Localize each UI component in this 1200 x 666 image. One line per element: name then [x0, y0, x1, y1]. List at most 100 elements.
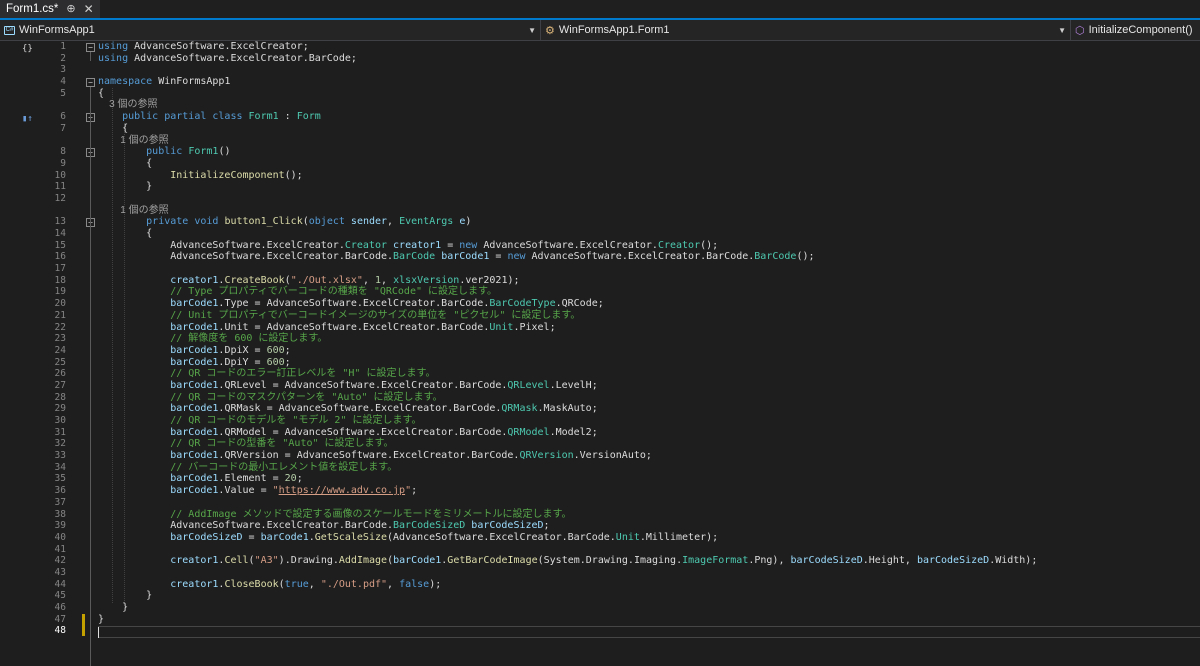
codelens-reference-count[interactable]: 1 個の参照: [98, 135, 1200, 147]
code-token: false: [399, 578, 430, 590]
line-number: 1: [60, 41, 66, 52]
code-token: 1 個の参照: [98, 204, 169, 216]
code-line: barCode1.QRModel = AdvanceSoftware.Excel…: [98, 427, 1200, 439]
code-token: =: [441, 239, 460, 251]
code-token: );: [429, 578, 442, 590]
outline-line: [90, 156, 91, 190]
code-token: button1_Click: [224, 216, 303, 228]
code-token: AdvanceSoftware.ExcelCreator.: [477, 239, 658, 251]
code-editor[interactable]: {} ▮↑ 1 2 3 4 5 6 7 8 9 10 11 12 13 14 15 16 17 18 19 20 21 2…: [0, 41, 1200, 666]
code-line: AdvanceSoftware.ExcelCreator.BarCode.Bar…: [98, 251, 1200, 263]
code-line: using AdvanceSoftware.ExcelCreator.BarCo…: [98, 53, 1200, 65]
code-token: AdvanceSoftware.ExcelCreator;: [128, 41, 309, 52]
pin-icon[interactable]: ⊕: [66, 2, 75, 15]
code-token: // QR コードのマスクパターンを "Auto" に設定します。: [98, 391, 443, 403]
class-dropdown[interactable]: ⚙ WinFormsApp1.Form1 ▼: [540, 20, 1070, 40]
line-number: 4: [60, 76, 66, 88]
codelens-reference-count[interactable]: 1 個の参照: [98, 205, 1200, 217]
code-token: // 解像度を 600 に設定します。: [98, 333, 328, 345]
line-number: 32: [54, 438, 66, 450]
code-token: // Unit プロパティでバーコードイメージのサイズの単位を "ピクセル" に…: [98, 309, 581, 321]
line-number: 15: [54, 239, 66, 251]
code-token: barCode1: [170, 344, 219, 356]
line-number: [40, 205, 66, 217]
line-number: 40: [54, 531, 66, 543]
close-icon[interactable]: ✕: [84, 2, 94, 16]
code-line: }: [98, 602, 1200, 614]
code-token: .LevelH;: [549, 379, 598, 391]
line-number-gutter: 1 2 3 4 5 6 7 8 9 10 11 12 13 14 15 16 17 18 19 20 21 22 23 24 2…: [40, 41, 66, 637]
code-token: :: [278, 111, 297, 123]
line-number: 29: [54, 403, 66, 415]
code-token: .QRVersion = AdvanceSoftware.ExcelCreato…: [218, 450, 520, 462]
code-token: xlsxVersion: [393, 274, 460, 286]
collapse-toggle-icon[interactable]: −: [86, 77, 95, 87]
code-line: public Form1(): [98, 146, 1200, 158]
code-line: {: [98, 88, 1200, 100]
code-token: Cell: [224, 555, 249, 567]
code-token: barCode1: [393, 555, 442, 567]
line-number: 12: [54, 192, 66, 204]
code-token: }: [98, 602, 129, 613]
line-number: 24: [54, 344, 66, 356]
line-number: 25: [54, 356, 66, 368]
code-token: AddImage: [338, 555, 388, 567]
braces-icon: {}: [22, 44, 33, 54]
code-token: }: [98, 590, 153, 602]
code-token: ;: [543, 520, 550, 532]
code-line: // QR コードのマスクパターンを "Auto" に設定します。: [98, 392, 1200, 404]
collapse-toggle-icon[interactable]: −: [86, 42, 95, 52]
code-line: barCode1.QRLevel = AdvanceSoftware.Excel…: [98, 380, 1200, 392]
line-number: 30: [54, 415, 66, 426]
code-line: AdvanceSoftware.ExcelCreator.Creator cre…: [98, 240, 1200, 252]
line-number: 18: [54, 274, 66, 286]
outline-line: [90, 51, 91, 62]
code-token: ;: [284, 356, 291, 368]
project-dropdown[interactable]: C# WinFormsApp1 ▼: [0, 20, 540, 40]
code-token: .Model2;: [549, 426, 598, 438]
member-dropdown[interactable]: ⬡ InitializeComponent(): [1070, 20, 1200, 40]
line-number: 44: [54, 578, 66, 590]
line-number: 6: [60, 111, 66, 123]
line-number: 35: [54, 473, 66, 485]
implementation-marker-icon[interactable]: ▮↑: [22, 114, 33, 124]
code-token: 20: [284, 473, 297, 485]
code-token: Form1: [188, 146, 219, 158]
tab-form1-cs[interactable]: Form1.cs* ⊕ ✕: [0, 0, 100, 18]
code-token: .QRModel = AdvanceSoftware.ExcelCreator.…: [218, 426, 508, 438]
code-token: .VersionAuto;: [573, 450, 652, 462]
codelens-reference-count[interactable]: 3 個の参照: [98, 99, 1200, 111]
code-token: WinFormsApp1: [152, 76, 231, 88]
code-token: ,: [381, 274, 394, 286]
code-line: barCode1.Type = AdvanceSoftware.ExcelCre…: [98, 298, 1200, 310]
line-number: 38: [54, 508, 66, 520]
line-number: 27: [54, 379, 66, 391]
code-token: GetBarCodeImage: [447, 555, 538, 567]
code-token: QRVersion: [519, 450, 574, 462]
code-token: ): [465, 216, 472, 228]
code-token: }: [98, 613, 105, 625]
code-token: .Element =: [218, 473, 285, 485]
code-line: barCode1.DpiY = 600;: [98, 357, 1200, 369]
line-number: 10: [54, 169, 66, 181]
line-number: 26: [54, 368, 66, 380]
code-line: barCode1.Unit = AdvanceSoftware.ExcelCre…: [98, 322, 1200, 334]
code-token: AdvanceSoftware.ExcelCreator.BarCode;: [128, 52, 357, 64]
code-token: barCodeSizeD: [916, 555, 990, 567]
code-token: barCode1: [260, 531, 309, 543]
code-token: CreateBook: [224, 274, 285, 286]
code-token: barCode1: [170, 356, 219, 368]
code-token: new: [507, 251, 526, 263]
code-line: }: [98, 590, 1200, 602]
code-token: CloseBook: [224, 578, 279, 590]
code-line: {: [98, 123, 1200, 135]
line-number: [40, 99, 66, 111]
code-token: ,: [387, 578, 400, 590]
code-token: // AddImage メソッドで設定する画像のスケールモードをミリメートルに設…: [98, 508, 572, 520]
code-token: .Value =: [218, 485, 273, 497]
code-text[interactable]: using AdvanceSoftware.ExcelCreator; using…: [98, 41, 1200, 637]
